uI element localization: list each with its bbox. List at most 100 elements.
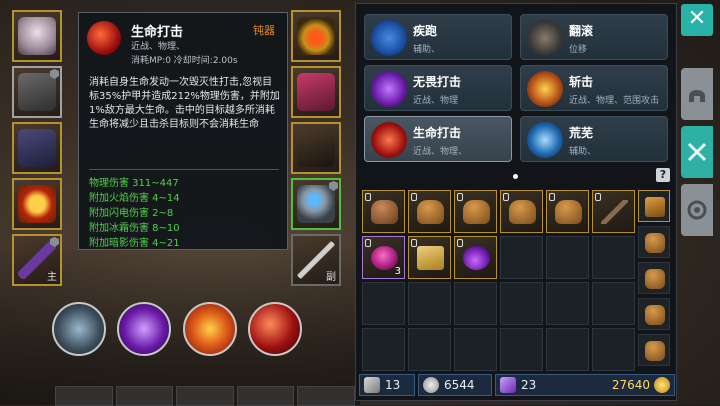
pouch-icon: [645, 341, 665, 361]
skill-slot-3[interactable]: [183, 302, 237, 356]
skill-card-sprint[interactable]: 疾跑 辅助、: [364, 14, 512, 60]
inventory-slot-empty[interactable]: [592, 328, 635, 371]
tab-settings[interactable]: [681, 184, 713, 236]
inventory-slot-empty[interactable]: [362, 328, 405, 371]
skulls-counter: 6544: [418, 374, 492, 396]
inventory-slot[interactable]: [454, 190, 497, 233]
helmet-slot[interactable]: [12, 10, 62, 62]
inventory-slot[interactable]: [408, 236, 451, 279]
skill-slot-2[interactable]: [117, 302, 171, 356]
roll-icon: [527, 20, 563, 56]
skill-tooltip: 生命打击 钝器 近战、物理、 消耗MP:0 冷却时间:2.00s 消耗自身生命发…: [78, 12, 288, 250]
staff-icon: [601, 200, 628, 224]
skill-card-life-strike[interactable]: 生命打击 近战、物理、: [364, 116, 512, 162]
skill-card-roll[interactable]: 翻滚 位移: [520, 14, 668, 60]
scroll-icon: [417, 246, 444, 270]
skills-inventory-panel: 疾跑 辅助、 翻滚 位移 无畏打击 近战、物理 斩击 近战、物理、范围攻击 生命…: [355, 3, 677, 401]
gems-value: 23: [521, 378, 537, 392]
legs-slot[interactable]: [12, 122, 62, 174]
skill-name: 斩击: [569, 75, 594, 89]
lock-icon: [365, 193, 371, 201]
gems-gold-counter: 23 27640: [495, 374, 675, 396]
close-button[interactable]: ✕: [681, 4, 713, 36]
ring-slot-right[interactable]: [291, 178, 341, 230]
tab-skills[interactable]: [681, 126, 713, 178]
inventory-slot-empty[interactable]: [546, 236, 589, 279]
settings-icon: [687, 200, 707, 220]
skill-slot-1[interactable]: [52, 302, 106, 356]
inventory-slot[interactable]: [408, 190, 451, 233]
chest-armor-slot[interactable]: [12, 66, 62, 118]
hotbar-slot[interactable]: [176, 386, 234, 406]
offhand-slot[interactable]: 副: [291, 234, 341, 286]
skill-tags: 辅助、: [413, 45, 441, 55]
hotbar-slot[interactable]: [55, 386, 113, 406]
inventory-slot-empty[interactable]: [362, 282, 405, 325]
skill-name: 生命打击: [413, 126, 462, 140]
inventory-slot-empty[interactable]: [546, 282, 589, 325]
lock-icon: [411, 239, 417, 247]
stat-line: 附加冰霜伤害 8~10: [89, 223, 180, 234]
inventory-slot-empty[interactable]: [592, 282, 635, 325]
inventory-slot-empty[interactable]: [500, 282, 543, 325]
boots-icon: [297, 129, 335, 167]
bag-tab[interactable]: [638, 334, 670, 366]
tab-equipment[interactable]: [681, 68, 713, 120]
skill-tags: 近战、物理、范围攻击: [569, 96, 660, 106]
inventory-slot[interactable]: [454, 236, 497, 279]
skill-card-slash[interactable]: 斩击 近战、物理、范围攻击: [520, 65, 668, 111]
amulet-icon: [297, 17, 335, 55]
inventory-slot-empty[interactable]: [454, 282, 497, 325]
bag-tab[interactable]: [638, 226, 670, 258]
inventory-slot-empty[interactable]: [546, 328, 589, 371]
sapphire-ring-icon: [297, 185, 335, 223]
helmet-icon: [689, 90, 705, 102]
keys-value: 13: [385, 378, 401, 392]
bag-tab[interactable]: [638, 262, 670, 294]
skill-tags: 近战、物理: [413, 96, 459, 106]
inventory-slot[interactable]: [362, 190, 405, 233]
life-strike-icon: [87, 21, 121, 55]
desolation-icon: [527, 122, 563, 158]
leg-armor-icon: [18, 129, 56, 167]
gloves-slot[interactable]: [291, 66, 341, 118]
skulls-value: 6544: [444, 378, 475, 392]
tooltip-cost: 消耗MP:0 冷却时间:2.00s: [131, 56, 238, 66]
inventory-slot-empty[interactable]: [408, 328, 451, 371]
inventory-slot[interactable]: [500, 190, 543, 233]
stat-line: 物理伤害 311~447: [89, 178, 179, 189]
lock-icon: [457, 239, 463, 247]
hotbar-slot[interactable]: [236, 386, 295, 406]
skill-name: 疾跑: [413, 24, 438, 38]
inventory-slot[interactable]: [546, 190, 589, 233]
lock-icon: [457, 193, 463, 201]
skill-card-fearless-strike[interactable]: 无畏打击 近战、物理: [364, 65, 512, 111]
amulet-slot[interactable]: [291, 10, 341, 62]
currency-bar: 13 6544 23 27640: [356, 374, 678, 400]
help-button[interactable]: ?: [656, 168, 670, 182]
inventory-slot-empty[interactable]: [454, 328, 497, 371]
skill-name: 荒芜: [569, 126, 594, 140]
inventory-slot[interactable]: [592, 190, 635, 233]
skill-card-desolation[interactable]: 荒芜 辅助、: [520, 116, 668, 162]
gauntlet-icon: [463, 200, 490, 224]
hotbar-slot[interactable]: [115, 386, 174, 406]
boots-slot[interactable]: [291, 122, 341, 174]
fearless-strike-icon: [371, 71, 407, 107]
skill-name: 翻滚: [569, 24, 594, 38]
tooltip-tags: 近战、物理、: [131, 42, 186, 52]
sprint-icon: [371, 20, 407, 56]
inventory-slot-empty[interactable]: [500, 236, 543, 279]
inventory-slot[interactable]: 3: [362, 236, 405, 279]
hotbar-slot[interactable]: [297, 386, 355, 406]
skill-slot-4[interactable]: [248, 302, 302, 356]
mainhand-slot[interactable]: 主: [12, 234, 62, 286]
lock-icon: [411, 193, 417, 201]
inventory-slot-empty[interactable]: [500, 328, 543, 371]
inventory-slot-empty[interactable]: [592, 236, 635, 279]
bag-tab[interactable]: [638, 190, 670, 222]
gold-ring-icon: [18, 185, 56, 223]
ring-slot-left[interactable]: [12, 178, 62, 230]
bag-tab[interactable]: [638, 298, 670, 330]
inventory-slot-empty[interactable]: [408, 282, 451, 325]
